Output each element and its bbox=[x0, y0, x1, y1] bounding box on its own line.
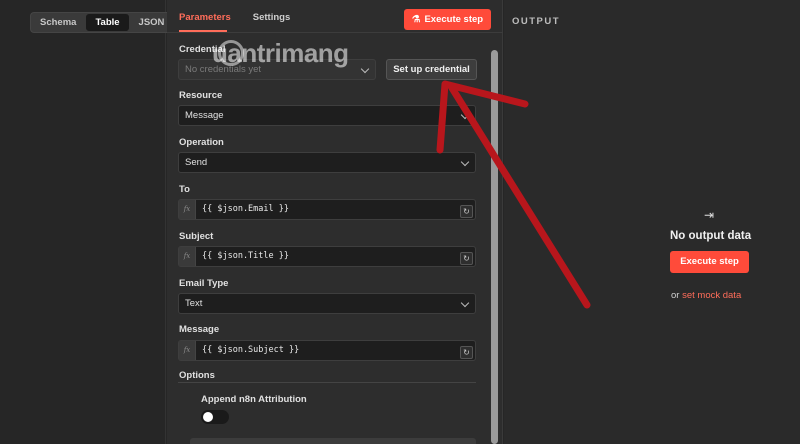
message-label: Message bbox=[179, 324, 220, 335]
no-output-text: No output data bbox=[670, 230, 752, 242]
setup-credential-button[interactable]: Set up credential bbox=[386, 59, 477, 80]
function-icon: fx bbox=[179, 247, 196, 266]
expand-icon[interactable]: ↻ bbox=[460, 346, 473, 359]
scrollbar[interactable] bbox=[491, 50, 498, 444]
to-label: To bbox=[179, 184, 190, 195]
watermark-bulb-icon bbox=[218, 40, 244, 66]
arrow-to-bar-icon: ⇥ bbox=[704, 208, 715, 222]
add-option-bar[interactable] bbox=[190, 438, 476, 444]
message-expression-input[interactable]: fx {{ $json.Subject }} ↻ bbox=[178, 340, 476, 361]
chevron-down-icon bbox=[360, 64, 370, 74]
to-value: {{ $json.Email }} bbox=[202, 204, 289, 214]
chevron-down-icon bbox=[460, 110, 470, 120]
view-schema[interactable]: Schema bbox=[31, 13, 85, 32]
set-mock-data-link[interactable]: set mock data bbox=[682, 290, 741, 301]
function-icon: fx bbox=[179, 341, 196, 360]
credential-select[interactable]: No credentials yet bbox=[178, 59, 376, 80]
expand-icon[interactable]: ↻ bbox=[460, 252, 473, 265]
output-title: OUTPUT bbox=[512, 16, 561, 27]
chevron-down-icon bbox=[460, 157, 470, 167]
append-attribution-label: Append n8n Attribution bbox=[201, 394, 307, 405]
execute-step-button[interactable]: ⚗ Execute step bbox=[404, 9, 491, 30]
flask-icon: ⚗ bbox=[411, 14, 421, 25]
email-type-label: Email Type bbox=[179, 278, 229, 289]
chevron-down-icon bbox=[460, 298, 470, 308]
output-panel: OUTPUT ⇥ No output data Execute step or … bbox=[504, 0, 800, 444]
resource-label: Resource bbox=[179, 90, 223, 101]
parameters-panel: Parameters Settings ⚗ Execute step Crede… bbox=[167, 0, 503, 444]
subject-expression-input[interactable]: fx {{ $json.Title }} ↻ bbox=[178, 246, 476, 267]
mock-data-line: or set mock data bbox=[671, 290, 741, 301]
options-divider bbox=[178, 382, 476, 383]
tab-parameters[interactable]: Parameters bbox=[179, 12, 231, 23]
tab-settings[interactable]: Settings bbox=[253, 12, 290, 23]
operation-value: Send bbox=[185, 157, 208, 168]
expand-icon[interactable]: ↻ bbox=[460, 205, 473, 218]
subject-label: Subject bbox=[179, 231, 214, 242]
email-type-value: Text bbox=[185, 298, 203, 309]
view-toggle: Schema Table JSON bbox=[30, 12, 175, 33]
input-panel: Schema Table JSON bbox=[0, 0, 175, 444]
subject-value: {{ $json.Title }} bbox=[202, 251, 289, 261]
message-value: {{ $json.Subject }} bbox=[202, 345, 300, 355]
resource-select[interactable]: Message bbox=[178, 105, 476, 126]
toggle-knob bbox=[203, 412, 213, 422]
operation-select[interactable]: Send bbox=[178, 152, 476, 173]
output-execute-step-button[interactable]: Execute step bbox=[670, 251, 749, 273]
execute-step-label: Execute step bbox=[424, 14, 484, 25]
scrollbar-thumb[interactable] bbox=[491, 50, 498, 444]
email-type-select[interactable]: Text bbox=[178, 293, 476, 314]
credential-placeholder: No credentials yet bbox=[185, 64, 262, 75]
operation-label: Operation bbox=[179, 137, 224, 148]
function-icon: fx bbox=[179, 200, 196, 219]
append-attribution-toggle[interactable] bbox=[201, 410, 229, 424]
to-expression-input[interactable]: fx {{ $json.Email }} ↻ bbox=[178, 199, 476, 220]
options-label: Options bbox=[179, 370, 215, 381]
resource-value: Message bbox=[185, 110, 224, 121]
view-table[interactable]: Table bbox=[86, 14, 129, 31]
mock-prefix: or bbox=[671, 290, 680, 301]
header-divider bbox=[167, 32, 503, 33]
